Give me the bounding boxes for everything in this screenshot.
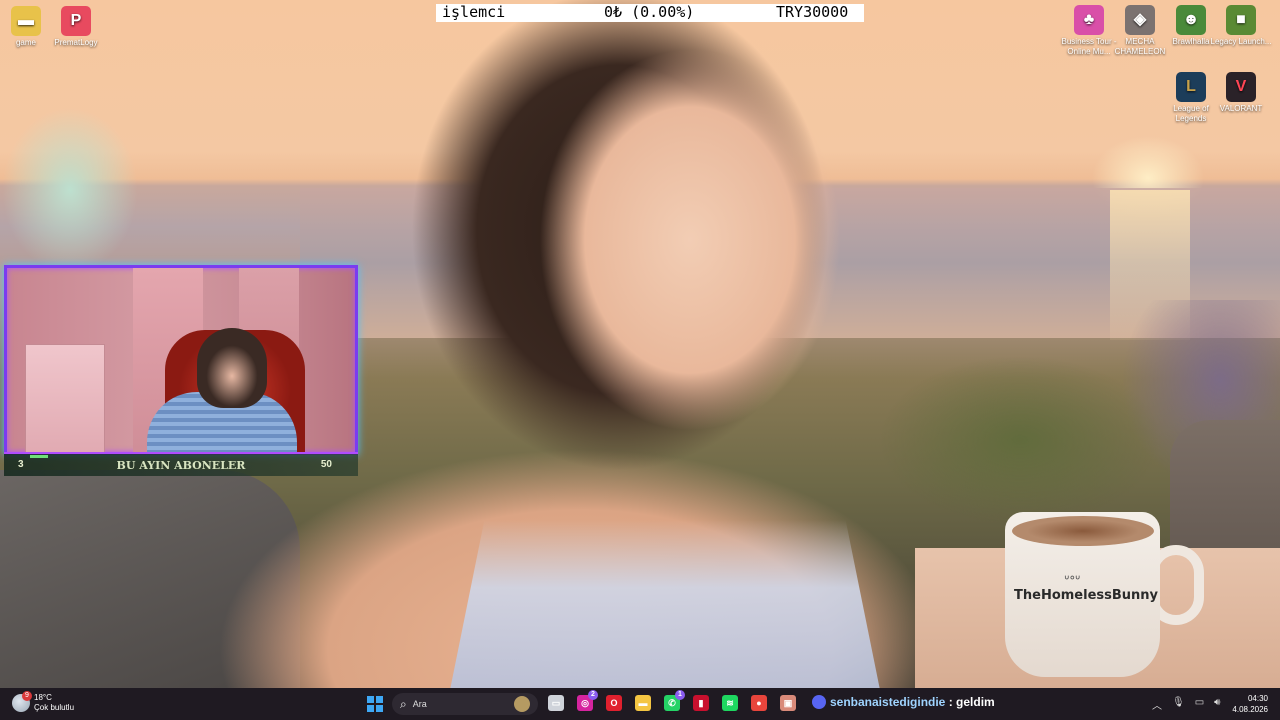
minecraft-legacy-icon: ■ bbox=[1226, 5, 1256, 35]
desktop-icon-label: VALORANT bbox=[1219, 104, 1263, 113]
webcam-bg-dresser bbox=[25, 344, 105, 452]
wallpaper-figure-dress bbox=[450, 520, 880, 688]
desktop-icon-label: PrematLogy bbox=[54, 38, 98, 47]
wallpaper-mug-coffee bbox=[1012, 516, 1154, 546]
sub-goal-title: BU AYIN ABONELER bbox=[116, 459, 246, 472]
ticker-target: TRY30000 bbox=[776, 3, 849, 21]
whatsapp-icon: ✆ bbox=[668, 697, 676, 708]
unknown-red-icon: ▮ bbox=[698, 697, 704, 708]
taskbar-app-file-explorer[interactable]: ▭ bbox=[548, 695, 564, 711]
business-tour-icon: ♣ bbox=[1074, 5, 1104, 35]
taskbar-app-photos[interactable]: ▣ bbox=[780, 695, 796, 711]
webcam-overlay bbox=[4, 265, 358, 455]
notification-badge: 1 bbox=[675, 690, 685, 700]
taskbar: 9 18°C Çok bulutlu ⌕ Ara ▭ ◎ 2 O ▬ ✆ 1 ▮ ≋ ● ▣ sen… bbox=[0, 688, 1280, 720]
clock-date: 4.08.2026 bbox=[1232, 705, 1268, 714]
desktop-icon-valorant[interactable]: V VALORANT bbox=[1210, 72, 1272, 114]
weather-temp: 18°C bbox=[34, 693, 52, 702]
system-tray: ︿ 🎙︎ ▭ 🔊︎ bbox=[1152, 697, 1220, 712]
sub-goal-bar: 3 BU AYIN ABONELER 50 bbox=[4, 452, 358, 476]
taskbar-search[interactable]: ⌕ Ara bbox=[392, 693, 538, 715]
windows-logo-icon bbox=[376, 696, 383, 703]
weather-condition: Çok bulutlu bbox=[34, 703, 75, 712]
brawlhalla-icon: ☻ bbox=[1176, 5, 1206, 35]
taskbar-app-opera[interactable]: O bbox=[606, 695, 622, 711]
now-playing-sep: : bbox=[945, 695, 957, 709]
wallpaper-scooter bbox=[0, 60, 200, 270]
valorant-icon: V bbox=[1226, 72, 1256, 102]
taskbar-clock[interactable]: 04:30 4.08.2026 bbox=[1232, 693, 1268, 715]
now-playing-song: senbanaistedigindie bbox=[830, 695, 946, 709]
ticker-symbol: işlemci bbox=[442, 3, 506, 21]
desktop-icon-label: Legacy Launch... bbox=[1210, 37, 1272, 46]
mecha-chameleon-icon: ◈ bbox=[1125, 5, 1155, 35]
desktop-icon-prematlogy[interactable]: P PrematLogy bbox=[45, 6, 107, 48]
mug-label: TheHomelessBunny bbox=[1014, 588, 1159, 603]
now-playing-status: geldim bbox=[956, 695, 995, 709]
taskbar-app-unknown-red[interactable]: ▮ bbox=[693, 695, 709, 711]
discord-status[interactable]: senbanaistedigindie : geldim bbox=[812, 695, 995, 709]
display-icon[interactable]: ▭ bbox=[1195, 697, 1204, 712]
file-explorer-icon: ▭ bbox=[551, 697, 561, 708]
ticker-value: 0₺ (0.00%) bbox=[604, 3, 695, 21]
wallpaper-figure-face bbox=[520, 40, 860, 460]
start-button[interactable] bbox=[367, 696, 383, 712]
discord-icon bbox=[812, 695, 826, 709]
cloud-icon: 9 bbox=[12, 691, 32, 712]
webcam-streamer-head bbox=[197, 328, 267, 408]
microphone-icon[interactable]: 🎙︎ bbox=[1172, 697, 1185, 712]
stock-ticker-widget: işlemci 0₺ (0.00%) TRY30000 bbox=[436, 3, 864, 22]
folder-icon: ▬ bbox=[11, 6, 41, 36]
chrome-icon: ● bbox=[756, 698, 762, 708]
sub-goal-target: 50 bbox=[320, 459, 332, 470]
taskbar-app-spotify[interactable]: ≋ bbox=[722, 695, 738, 711]
prematlogy-icon: P bbox=[61, 6, 91, 36]
taskbar-app-folder[interactable]: ▬ bbox=[635, 695, 651, 711]
windows-logo-icon bbox=[367, 696, 374, 703]
spotify-icon: ≋ bbox=[726, 697, 734, 708]
windows-logo-icon bbox=[367, 705, 374, 712]
weather-badge: 9 bbox=[22, 691, 32, 701]
taskbar-app-chrome[interactable]: ● bbox=[751, 695, 767, 711]
search-icon: ⌕ bbox=[400, 696, 407, 711]
volume-icon[interactable]: 🔊︎ bbox=[1214, 697, 1220, 712]
folder-icon: ▬ bbox=[638, 698, 648, 708]
clock-time: 04:30 bbox=[1247, 694, 1268, 703]
weather-widget[interactable]: 9 18°C Çok bulutlu bbox=[12, 691, 75, 713]
bunny-icon: ᐡᐤᐡ bbox=[1064, 572, 1081, 588]
desktop-icon-legacy-launcher[interactable]: ■ Legacy Launch... bbox=[1210, 5, 1272, 47]
opera-icon: O bbox=[610, 698, 618, 708]
chevron-up-icon[interactable]: ︿ bbox=[1152, 697, 1162, 712]
league-of-legends-icon: L bbox=[1176, 72, 1206, 102]
search-highlight-icon bbox=[514, 696, 530, 712]
notification-badge: 2 bbox=[588, 690, 598, 700]
instagram-icon: ◎ bbox=[581, 697, 589, 708]
sub-goal-progress bbox=[30, 455, 48, 458]
taskbar-app-instagram[interactable]: ◎ 2 bbox=[577, 690, 598, 711]
windows-logo-icon bbox=[376, 705, 383, 712]
search-placeholder: Ara bbox=[412, 699, 427, 709]
taskbar-app-whatsapp[interactable]: ✆ 1 bbox=[664, 690, 685, 711]
photos-icon: ▣ bbox=[783, 697, 793, 708]
